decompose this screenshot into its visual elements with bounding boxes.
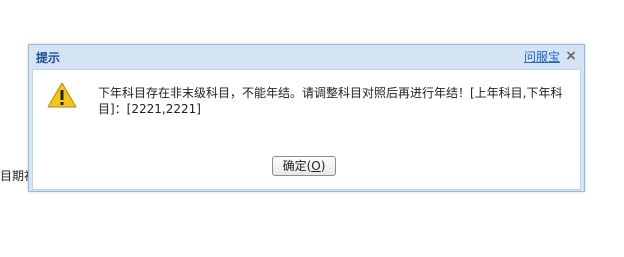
ok-button-mnemonic: O xyxy=(311,159,321,173)
ok-button-label: 确定( xyxy=(282,159,312,173)
dialog-title: 提示 xyxy=(36,51,61,65)
ok-button-suffix: ) xyxy=(320,159,326,173)
dialog-body: 下年科目存在非末级科目，不能年结。请调整科目对照后再进行年结！[上年科目,下年科… xyxy=(32,69,581,190)
close-button[interactable]: × xyxy=(565,49,577,63)
ok-button[interactable]: 确定(O) xyxy=(272,156,336,176)
dialog-message: 下年科目存在非末级科目，不能年结。请调整科目对照后再进行年结！[上年科目,下年科… xyxy=(98,86,563,116)
help-link[interactable]: 问服宝 xyxy=(524,50,560,64)
warning-icon xyxy=(47,82,77,108)
screen: 目期初 提示 问服宝 × 下年科目存在非末级科目，不能年结。请调整科目对照后再进… xyxy=(0,0,624,257)
alert-dialog: 提示 问服宝 × 下年科目存在非末级科目，不能年结。请调整科目对照后再进行年结！… xyxy=(28,44,585,192)
dialog-titlebar: 提示 问服宝 × xyxy=(29,45,584,69)
